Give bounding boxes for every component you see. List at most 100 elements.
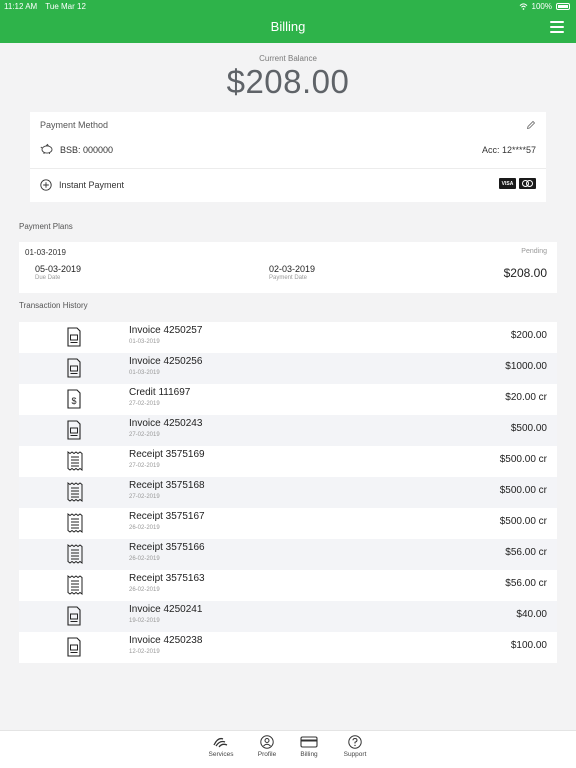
payment-date: 02-03-2019 Payment Date xyxy=(269,264,315,281)
transaction-row[interactable]: Invoice 4250238 12-02-2019 $100.00 xyxy=(19,632,557,663)
status-date: Tue Mar 12 xyxy=(45,2,86,11)
plan-status: Pending xyxy=(521,248,547,255)
transaction-amount: $500.00 xyxy=(510,423,547,434)
transaction-title: Receipt 3575166 xyxy=(129,542,205,553)
transaction-title: Receipt 3575169 xyxy=(129,449,205,460)
help-icon xyxy=(348,735,362,749)
payment-plan-card[interactable]: 01-03-2019 Pending 05-03-2019 Due Date 0… xyxy=(19,242,557,293)
mastercard-icon xyxy=(519,178,536,189)
transaction-title: Invoice 4250241 xyxy=(129,604,203,615)
transaction-row[interactable]: Receipt 3575167 26-02-2019 $500.00 cr xyxy=(19,508,557,539)
billing-icon xyxy=(300,736,318,748)
tab-bar: Services Profile Billing Support xyxy=(0,730,576,768)
transaction-date: 12-02-2019 xyxy=(129,649,160,655)
transaction-date: 01-03-2019 xyxy=(129,339,160,345)
transaction-row[interactable]: $ Credit 111697 27-02-2019 $20.00 cr xyxy=(19,384,557,415)
transaction-date: 27-02-2019 xyxy=(129,432,160,438)
balance-value: $208.00 xyxy=(226,63,350,100)
tab-profile[interactable]: Profile xyxy=(245,735,289,758)
edit-icon[interactable] xyxy=(526,120,536,130)
svg-text:$: $ xyxy=(71,396,76,406)
nav-bar: Billing xyxy=(0,13,576,43)
payment-method-title: Payment Method xyxy=(40,120,109,130)
add-circle-icon xyxy=(40,179,52,191)
transaction-title: Receipt 3575167 xyxy=(129,511,205,522)
transaction-date: 27-02-2019 xyxy=(129,401,160,407)
invoice-icon xyxy=(67,327,81,347)
transaction-row[interactable]: Invoice 4250243 27-02-2019 $500.00 xyxy=(19,415,557,446)
transaction-date: 26-02-2019 xyxy=(129,525,160,531)
transaction-row[interactable]: Invoice 4250256 01-03-2019 $1000.00 xyxy=(19,353,557,384)
account-number: Acc: 12****57 xyxy=(481,145,536,155)
instant-payment-label: Instant Payment xyxy=(59,180,125,190)
transaction-title: Receipt 3575163 xyxy=(129,573,205,584)
card-logos: VISA xyxy=(499,178,536,189)
tab-billing-label: Billing xyxy=(300,751,318,758)
transaction-amount: $20.00 cr xyxy=(505,392,547,403)
receipt-icon xyxy=(67,544,83,564)
transaction-title: Invoice 4250238 xyxy=(129,635,203,646)
transaction-amount: $56.00 cr xyxy=(505,547,547,558)
transaction-amount: $500.00 cr xyxy=(499,485,547,496)
payment-plans-label: Payment Plans xyxy=(19,222,73,231)
transaction-amount: $40.00 xyxy=(516,609,547,620)
divider xyxy=(30,168,546,169)
visa-icon: VISA xyxy=(499,178,516,189)
menu-icon xyxy=(550,21,564,23)
wifi-icon xyxy=(519,3,527,10)
tab-services[interactable]: Services xyxy=(199,735,243,758)
transaction-history-label: Transaction History xyxy=(19,301,88,310)
due-date-label: Due Date xyxy=(35,275,61,281)
receipt-icon xyxy=(67,482,83,502)
piggy-bank-icon xyxy=(40,143,53,154)
invoice-icon xyxy=(67,420,81,440)
transaction-amount: $500.00 cr xyxy=(499,454,547,465)
payment-method-card: Payment Method BSB: 000000 Acc: 12****57… xyxy=(30,112,546,202)
due-date: 05-03-2019 Due Date xyxy=(35,264,81,281)
due-date-value: 05-03-2019 xyxy=(35,264,82,274)
services-icon xyxy=(213,737,228,748)
transaction-amount: $1000.00 xyxy=(505,361,547,372)
status-time: 11:12 AM xyxy=(4,2,38,11)
menu-button[interactable] xyxy=(550,19,564,33)
plan-amount: $208.00 xyxy=(503,266,547,280)
transaction-row[interactable]: Receipt 3575169 27-02-2019 $500.00 cr xyxy=(19,446,557,477)
transaction-row[interactable]: Receipt 3575166 26-02-2019 $56.00 cr xyxy=(19,539,557,570)
receipt-icon xyxy=(67,575,83,595)
tab-services-label: Services xyxy=(208,751,234,758)
transaction-amount: $56.00 cr xyxy=(505,578,547,589)
transaction-row[interactable]: Invoice 4250257 01-03-2019 $200.00 xyxy=(19,322,557,353)
plan-date: 01-03-2019 xyxy=(25,248,66,257)
tab-profile-label: Profile xyxy=(257,751,277,758)
page-title: Billing xyxy=(270,19,306,34)
receipt-icon xyxy=(67,451,83,471)
transaction-date: 26-02-2019 xyxy=(129,587,160,593)
transaction-list: Invoice 4250257 01-03-2019 $200.00 Invoice … xyxy=(19,322,557,663)
transaction-amount: $100.00 xyxy=(510,640,547,651)
credit-icon: $ xyxy=(67,389,81,409)
status-bar: 11:12 AM Tue Mar 12 100% xyxy=(0,0,576,13)
tab-billing[interactable]: Billing xyxy=(287,735,331,758)
invoice-icon xyxy=(67,606,81,626)
transaction-date: 26-02-2019 xyxy=(129,556,160,562)
payment-date-label: Payment Date xyxy=(269,275,308,281)
profile-icon xyxy=(260,735,274,749)
transaction-title: Invoice 4250257 xyxy=(129,325,203,336)
battery-percent: 100% xyxy=(531,2,552,11)
invoice-icon xyxy=(67,358,81,378)
tab-support-label: Support xyxy=(343,751,367,758)
transaction-date: 19-02-2019 xyxy=(129,618,160,624)
transaction-row[interactable]: Invoice 4250241 19-02-2019 $40.00 xyxy=(19,601,557,632)
bsb-number: BSB: 000000 xyxy=(60,145,114,155)
transaction-row[interactable]: Receipt 3575163 26-02-2019 $56.00 cr xyxy=(19,570,557,601)
transaction-title: Invoice 4250243 xyxy=(129,418,203,429)
transaction-amount: $500.00 cr xyxy=(499,516,547,527)
transaction-date: 27-02-2019 xyxy=(129,463,160,469)
battery-icon xyxy=(556,3,570,10)
transaction-date: 01-03-2019 xyxy=(129,370,160,376)
balance-label: Current Balance xyxy=(259,54,317,63)
tab-support[interactable]: Support xyxy=(333,735,377,758)
transaction-title: Receipt 3575168 xyxy=(129,480,205,491)
invoice-icon xyxy=(67,637,81,657)
transaction-row[interactable]: Receipt 3575168 27-02-2019 $500.00 cr xyxy=(19,477,557,508)
